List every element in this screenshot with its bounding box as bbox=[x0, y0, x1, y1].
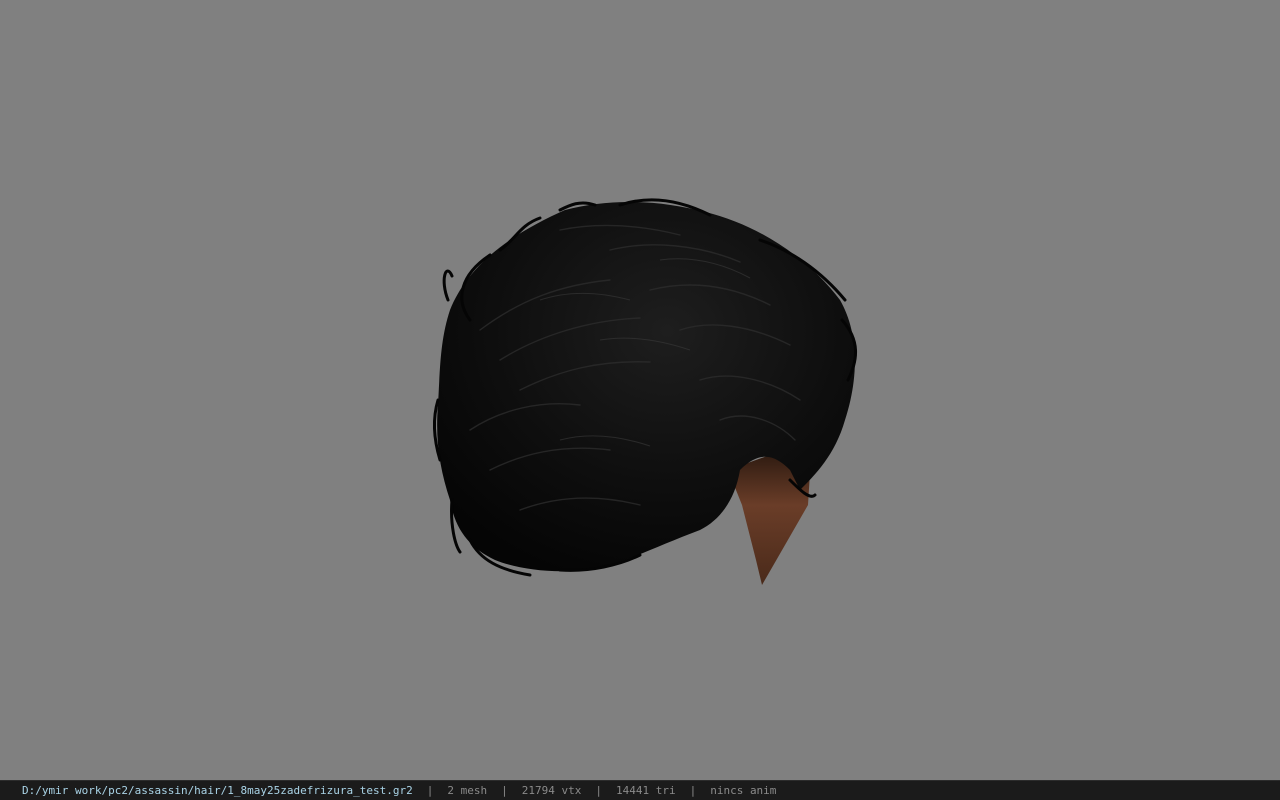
mesh-count: 2 mesh bbox=[447, 784, 488, 797]
separator: | bbox=[426, 784, 434, 797]
triangle-count: 14441 tri bbox=[615, 784, 676, 797]
vertex-count: 21794 vtx bbox=[521, 784, 582, 797]
animation-status: nincs anim bbox=[710, 784, 777, 797]
separator: | bbox=[595, 784, 602, 797]
separator: | bbox=[689, 784, 697, 797]
hair-model-render[interactable] bbox=[0, 0, 1280, 780]
status-bar: D:/ymir work/pc2/assassin/hair/1_8may25z… bbox=[0, 780, 1280, 800]
file-path: D:/ymir work/pc2/assassin/hair/1_8may25z… bbox=[22, 784, 413, 797]
separator: | bbox=[501, 784, 508, 797]
3d-viewport[interactable] bbox=[0, 0, 1280, 780]
